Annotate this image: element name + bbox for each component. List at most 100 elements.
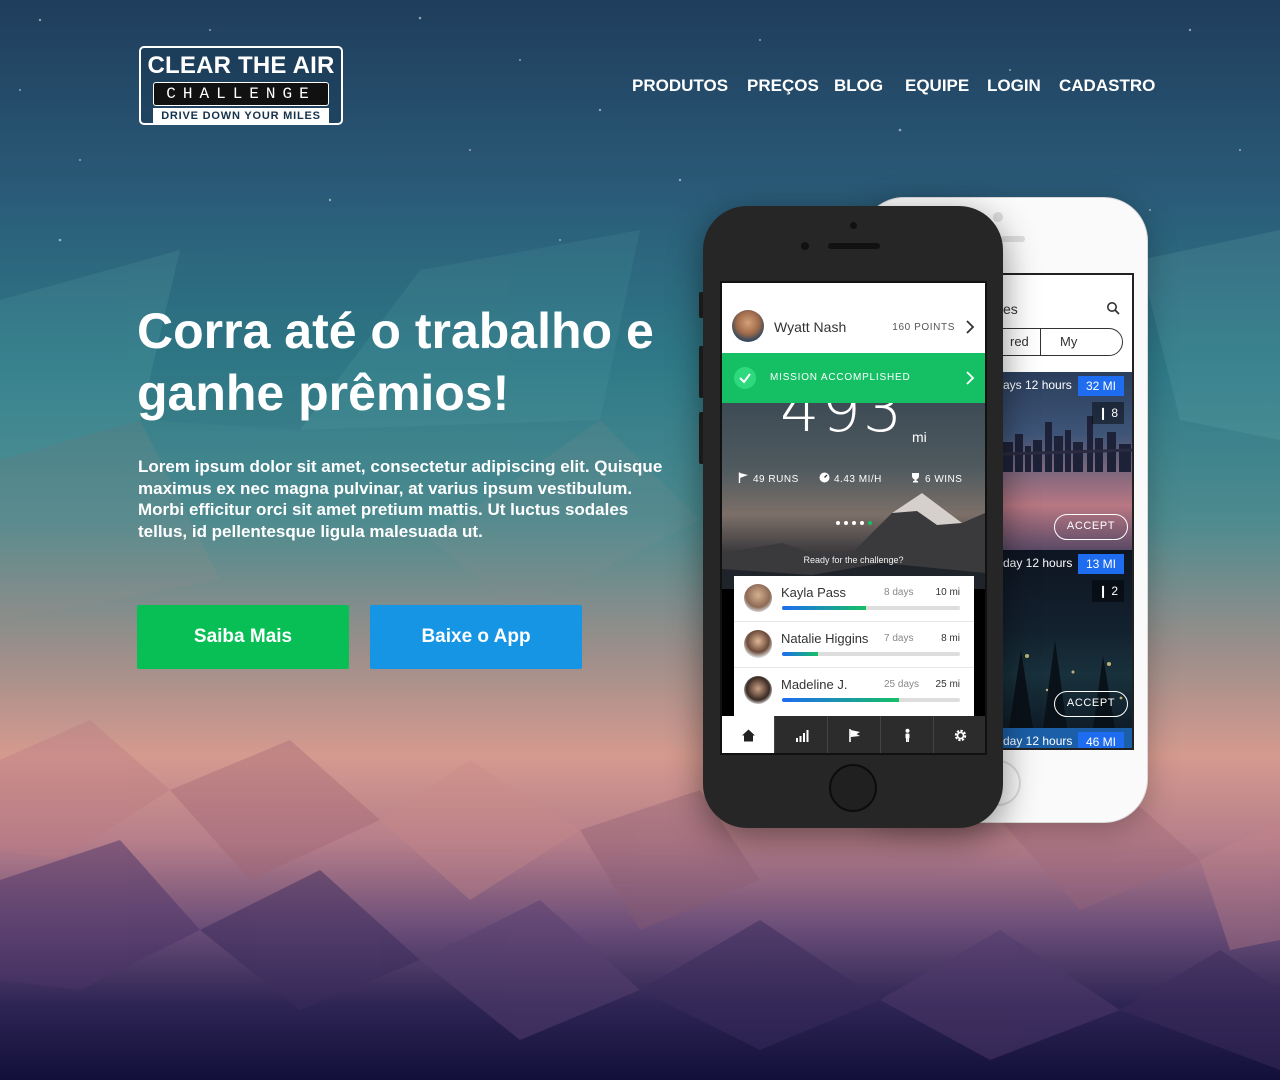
phone-speaker	[828, 243, 880, 249]
leaderboard-row[interactable]: Madeline J. 25 days 25 mi	[734, 668, 974, 714]
mission-banner[interactable]: MISSION ACCOMPLISHED	[722, 353, 985, 403]
speed-icon	[819, 472, 830, 483]
tab-stats[interactable]	[775, 716, 828, 753]
chevron-right-icon	[966, 371, 975, 385]
progress-bar	[782, 652, 960, 656]
miles-badge: 32 MI	[1078, 376, 1124, 396]
trophy-icon	[912, 473, 919, 483]
person-icon: ❙	[1097, 584, 1109, 598]
total-distance: 493	[780, 403, 905, 446]
challenge-card[interactable]: day 12 hours 46 MI	[1003, 728, 1132, 748]
phone-camera	[801, 242, 809, 250]
chevron-right-icon	[966, 320, 975, 334]
home-button[interactable]	[829, 764, 877, 812]
leaderboard-row[interactable]: Kayla Pass 8 days 10 mi	[734, 576, 974, 622]
search-icon[interactable]	[1106, 301, 1120, 315]
home-icon	[742, 729, 755, 742]
learn-more-button[interactable]: Saiba Mais	[137, 605, 349, 669]
screen-title: es	[1003, 301, 1018, 317]
profile-bar[interactable]: Wyatt Nash 160 POINTS	[722, 283, 985, 353]
tab-home[interactable]	[722, 716, 775, 753]
participants-count: 8	[1111, 406, 1119, 420]
mountain-image	[722, 493, 985, 589]
participants-badge: ❙ 2	[1092, 580, 1124, 602]
volume-up-button	[699, 346, 703, 398]
settings-icon	[954, 729, 967, 742]
distance-unit: mi	[912, 429, 927, 445]
tab-bar	[722, 716, 985, 753]
phone-sensor	[850, 222, 857, 229]
leader-name: Kayla Pass	[781, 585, 847, 600]
leader-miles: 10 mi	[935, 587, 960, 598]
progress-fill	[782, 606, 866, 610]
card-time-left: ays 12 hours	[1003, 378, 1072, 392]
participants-badge: ❙ 8	[1092, 402, 1124, 424]
leaderboard: Kayla Pass 8 days 10 mi Natalie Higgins …	[734, 576, 974, 716]
person-icon: ❙	[1097, 406, 1109, 420]
leader-name: Natalie Higgins	[781, 631, 869, 646]
accept-button[interactable]: ACCEPT	[1054, 691, 1128, 717]
card-time-left: day 12 hours	[1003, 556, 1073, 570]
nav-equipe[interactable]: EQUIPE	[905, 76, 969, 96]
nav-produtos[interactable]: PRODUTOS	[632, 76, 728, 96]
flag-icon	[849, 729, 860, 742]
check-icon	[734, 367, 756, 389]
wins-stat: 6 WINS	[910, 472, 962, 485]
brand-line-1: CLEAR THE AIR	[147, 52, 335, 79]
leader-miles: 8 mi	[941, 633, 960, 644]
miles-badge: 13 MI	[1078, 554, 1124, 574]
avatar	[732, 310, 764, 342]
speed-stat: 4.43 MI/H	[819, 472, 882, 485]
leader-days: 7 days	[884, 633, 914, 644]
tab-settings[interactable]	[934, 716, 985, 753]
phone-camera	[993, 212, 1003, 222]
challenge-prompt: Ready for the challenge?	[803, 555, 904, 565]
main-nav: PRODUTOS PREÇOS BLOG EQUIPE LOGIN CADAST…	[620, 76, 1160, 100]
accept-button[interactable]: ACCEPT	[1054, 514, 1128, 540]
brand-logo[interactable]: CLEAR THE AIR CHALLENGE DRIVE DOWN YOUR …	[139, 46, 343, 125]
flag-icon	[738, 472, 748, 483]
nav-login[interactable]: LOGIN	[987, 76, 1041, 96]
runs-value: 49 RUNS	[753, 474, 799, 485]
avatar	[744, 676, 772, 704]
runs-stat: 49 RUNS	[738, 472, 799, 485]
nav-blog[interactable]: BLOG	[834, 76, 883, 96]
download-app-button[interactable]: Baixe o App	[370, 605, 582, 669]
segment-divider	[1040, 329, 1041, 355]
wins-value: 6 WINS	[925, 474, 963, 485]
avatar	[744, 630, 772, 658]
hero-title: Corra até o trabalho e ganhe prêmios!	[137, 303, 654, 421]
progress-fill	[782, 698, 900, 702]
page-indicator	[836, 521, 872, 525]
mission-label: MISSION ACCOMPLISHED	[770, 372, 911, 383]
progress-bar	[782, 698, 960, 702]
stats-icon	[796, 730, 809, 742]
person-icon	[905, 728, 910, 742]
challenge-card[interactable]: ays 12 hours 32 MI ❙ 8 ACCEPT	[1003, 372, 1132, 550]
segment-my[interactable]: My	[1060, 334, 1077, 349]
segmented-control: red My	[1003, 328, 1123, 356]
mute-switch	[699, 292, 703, 318]
tab-challenges[interactable]	[828, 716, 881, 753]
participants-count: 2	[1111, 584, 1119, 598]
nav-cadastro[interactable]: CADASTRO	[1059, 76, 1155, 96]
nav-precos[interactable]: PREÇOS	[747, 76, 819, 96]
leaderboard-row[interactable]: Natalie Higgins 7 days 8 mi	[734, 622, 974, 668]
miles-badge: 46 MI	[1078, 732, 1124, 748]
dashboard-screen: Wyatt Nash 160 POINTS MISSION ACCOMPLISH…	[720, 281, 987, 755]
progress-fill	[782, 652, 818, 656]
leader-days: 25 days	[884, 679, 920, 690]
progress-bar	[782, 606, 960, 610]
phone-speaker	[1001, 236, 1025, 242]
challenge-card[interactable]: day 12 hours 13 MI ❙ 2 ACCEPT	[1003, 550, 1132, 728]
speed-value: 4.43 MI/H	[834, 474, 882, 485]
segment-featured[interactable]: red	[1010, 334, 1029, 349]
avatar	[744, 584, 772, 612]
points-label: 160 POINTS	[892, 322, 955, 333]
tab-profile[interactable]	[881, 716, 934, 753]
brand-line-2: CHALLENGE	[153, 82, 329, 106]
card-time-left: day 12 hours	[1003, 734, 1073, 748]
black-phone-mockup: Wyatt Nash 160 POINTS MISSION ACCOMPLISH…	[699, 206, 1003, 828]
challenges-screen: es red My ays 12 hours 32 MI ❙ 8 ACCEPT …	[1001, 273, 1134, 750]
user-name: Wyatt Nash	[774, 319, 847, 335]
